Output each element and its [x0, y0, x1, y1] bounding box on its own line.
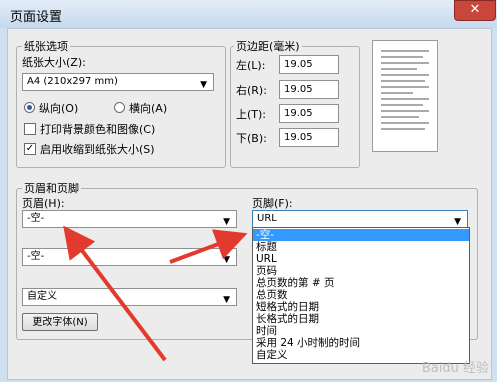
watermark: Baidu 经验 — [421, 361, 489, 376]
arrow-to-footer-list — [169, 229, 248, 264]
annotation-arrows — [63, 225, 248, 362]
arrow-to-header — [63, 225, 167, 362]
page-setup-dialog: 页面设置 ✕ 纸张选项 纸张大小(Z): A4 (210x297 mm) ▼ 纵… — [0, 0, 497, 382]
